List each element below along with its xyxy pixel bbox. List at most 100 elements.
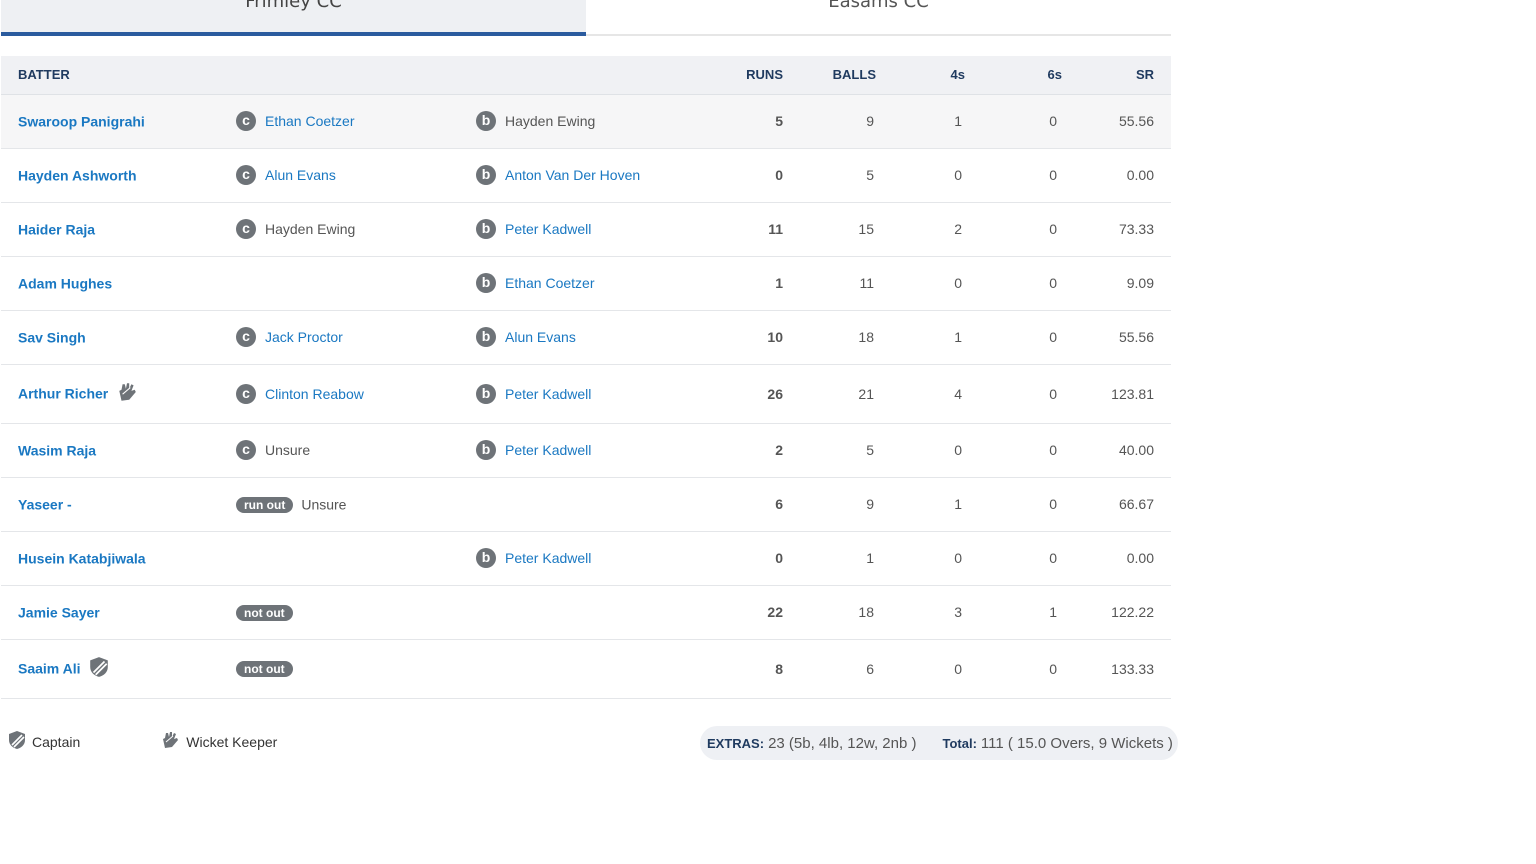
balls-cell: 21 [783, 364, 876, 424]
bowler-cell: b Ethan Coetzer [457, 256, 697, 311]
tab-frimley-cc[interactable]: Frimley CC [1, 0, 586, 36]
batter-link[interactable]: Jamie Sayer [18, 605, 100, 621]
batter-cell: Hayden Ashworth [1, 148, 236, 203]
table-row: Sav Singh c Jack Proctor b Alun Evans 10 18 1 0 5… [1, 310, 1171, 365]
sixes-cell: 0 [965, 148, 1062, 203]
total-label: Total: [942, 735, 977, 751]
dismissal-badge: not out [236, 604, 293, 621]
bowled-badge: b [476, 383, 496, 404]
caught-badge: c [236, 327, 256, 347]
bowler-cell [457, 585, 697, 640]
fours-cell: 0 [876, 423, 965, 478]
runs-cell: 22 [697, 585, 783, 640]
col-runs-header: RUNS [697, 56, 783, 95]
bowler-cell: b Hayden Ewing [457, 94, 697, 149]
table-row: Adam Hughes b Ethan Coetzer 1 11 0 0 9.09 [1, 256, 1171, 311]
batter-link[interactable]: Hayden Ashworth [18, 168, 137, 184]
dismissal-cell: c Ethan Coetzer [236, 94, 457, 149]
table-row: Jamie Sayer not out 22 18 3 1 122.22 [1, 585, 1171, 640]
dismissal-badge: not out [236, 661, 293, 678]
sixes-cell: 0 [965, 531, 1062, 586]
tab-easams-cc[interactable]: Easams CC [586, 0, 1171, 36]
batter-cell: Yaseer - [1, 477, 236, 532]
batter-link[interactable]: Haider Raja [18, 222, 95, 238]
batter-link[interactable]: Saaim Ali [18, 661, 81, 677]
batter-cell: Husein Katabjiwala [1, 531, 236, 586]
runs-cell: 2 [697, 423, 783, 478]
balls-cell: 18 [783, 585, 876, 640]
batter-cell: Arthur Richer [1, 364, 236, 424]
table-header-row: BATTER RUNS BALLS 4s 6s SR [1, 56, 1171, 95]
sr-cell: 133.33 [1062, 639, 1171, 699]
legend: Captain Wicket Keeper [8, 730, 357, 753]
caught-badge: c [236, 111, 256, 131]
bowled-badge: b [476, 273, 496, 293]
bowler-name: Hayden Ewing [505, 113, 596, 129]
bowled-badge: b [476, 327, 496, 347]
sr-cell: 40.00 [1062, 423, 1171, 478]
table-row: Saaim Ali not out 8 6 0 0 133.33 [1, 639, 1171, 699]
fielder-name: Unsure [265, 442, 311, 458]
runs-cell: 6 [697, 477, 783, 532]
col-sr-header: SR [1062, 56, 1171, 95]
dismissal-cell: c Clinton Reabow [236, 364, 457, 424]
caught-badge: c [236, 165, 256, 185]
sr-cell: 9.09 [1062, 256, 1171, 311]
sixes-cell: 0 [965, 423, 1062, 478]
legend-keeper: Wicket Keeper [160, 730, 277, 753]
sr-cell: 73.33 [1062, 202, 1171, 257]
batter-link[interactable]: Arthur Richer [18, 386, 108, 402]
fours-cell: 0 [876, 639, 965, 699]
extras-value: 23 (5b, 4lb, 12w, 2nb ) [768, 734, 917, 752]
table-row: Yaseer - run out Unsure 6 9 1 0 66.67 [1, 477, 1171, 532]
extras-label: EXTRAS: [707, 735, 765, 751]
batter-cell: Sav Singh [1, 310, 236, 365]
legend-captain-label: Captain [32, 733, 81, 750]
bowled-badge: b [476, 165, 496, 185]
dismissal-cell: c Hayden Ewing [236, 202, 457, 257]
col-batter-header: BATTER [1, 56, 697, 95]
balls-cell: 5 [783, 423, 876, 478]
batter-cell: Adam Hughes [1, 256, 236, 311]
sixes-cell: 0 [965, 477, 1062, 532]
fours-cell: 0 [876, 531, 965, 586]
fours-cell: 0 [876, 148, 965, 203]
dismissal-cell: not out [236, 585, 457, 640]
sr-cell: 66.67 [1062, 477, 1171, 532]
balls-cell: 15 [783, 202, 876, 257]
fours-cell: 3 [876, 585, 965, 640]
bowler-link[interactable]: Ethan Coetzer [505, 275, 595, 291]
bowler-link[interactable]: Peter Kadwell [505, 550, 591, 566]
bowler-link[interactable]: Alun Evans [505, 329, 576, 345]
batter-link[interactable]: Adam Hughes [18, 276, 112, 292]
fours-cell: 2 [876, 202, 965, 257]
fours-cell: 0 [876, 256, 965, 311]
sixes-cell: 1 [965, 585, 1062, 640]
batter-link[interactable]: Husein Katabjiwala [18, 551, 146, 567]
runs-cell: 0 [697, 148, 783, 203]
bowler-cell [457, 639, 697, 699]
batter-cell: Wasim Raja [1, 423, 236, 478]
batter-cell: Swaroop Panigrahi [1, 94, 236, 149]
runs-cell: 5 [697, 94, 783, 149]
bowler-link[interactable]: Anton Van Der Hoven [505, 167, 640, 183]
bowled-badge: b [476, 111, 496, 131]
batter-link[interactable]: Sav Singh [18, 330, 86, 346]
batter-link[interactable]: Yaseer - [18, 497, 72, 513]
fielder-name: Unsure [301, 496, 347, 513]
fielder-link[interactable]: Alun Evans [265, 167, 336, 183]
bowler-link[interactable]: Peter Kadwell [505, 442, 591, 458]
fours-cell: 1 [876, 310, 965, 365]
batter-link[interactable]: Swaroop Panigrahi [18, 114, 145, 130]
bowler-link[interactable]: Peter Kadwell [505, 386, 591, 402]
bowler-cell: b Peter Kadwell [457, 531, 697, 586]
bowler-link[interactable]: Peter Kadwell [505, 221, 591, 237]
batter-cell: Saaim Ali [1, 639, 236, 699]
fielder-link[interactable]: Jack Proctor [265, 329, 343, 345]
caught-badge: c [236, 219, 256, 239]
sr-cell: 0.00 [1062, 531, 1171, 586]
batter-link[interactable]: Wasim Raja [18, 443, 96, 459]
bowled-badge: b [476, 219, 496, 239]
fielder-link[interactable]: Ethan Coetzer [265, 113, 355, 129]
fielder-link[interactable]: Clinton Reabow [265, 386, 364, 402]
